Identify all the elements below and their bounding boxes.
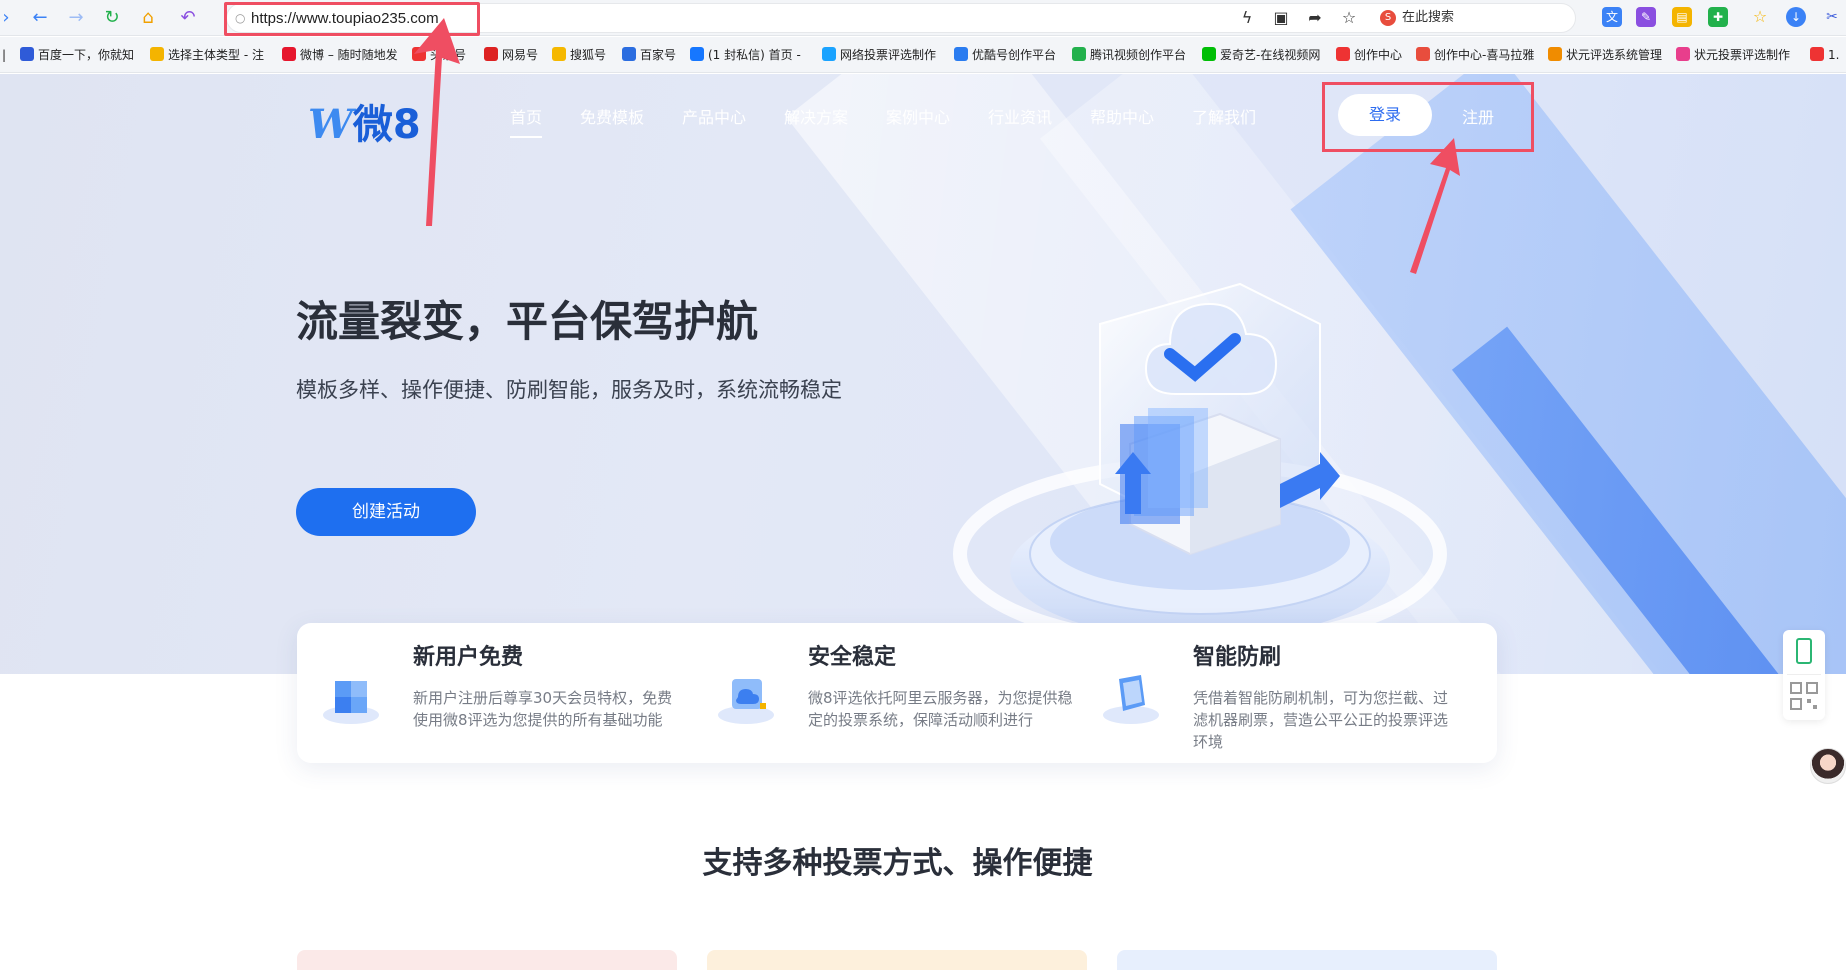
bookmark-favicon (150, 47, 164, 61)
site-logo[interactable]: W微8 (308, 92, 421, 148)
vote-type-card[interactable] (707, 950, 1087, 970)
extension-icon[interactable]: ✚ (1708, 7, 1728, 27)
bookmark-item[interactable]: 百度一下，你就知 (20, 47, 136, 63)
share-icon[interactable]: ➦ (1304, 7, 1326, 29)
bookmark-favicon (822, 47, 836, 61)
bookmark-item[interactable]: 创作中心 (1336, 47, 1406, 63)
bookmark-favicon (484, 47, 498, 61)
bookmark-favicon (1810, 47, 1824, 61)
login-highlight-box (1322, 82, 1534, 152)
reload-icon[interactable]: ↻ (100, 6, 124, 30)
bookmark-item[interactable]: 网络投票评选制作 (822, 47, 940, 63)
search-placeholder: 在此搜索 (1402, 10, 1455, 25)
feature-card: 新用户免费 新用户注册后尊享30天会员特权，免费使用微8评选为您提供的所有基础功… (297, 623, 1497, 763)
hero-banner: W微8 首页 免费模板 产品中心 解决方案 案例中心 行业资讯 帮助中心 了解我… (0, 74, 1846, 674)
feature-security: 安全稳定 微8评选依托阿里云服务器，为您提供稳定的投票系统，保障活动顺利进行 (692, 623, 1082, 763)
nav-about[interactable]: 了解我们 (1192, 104, 1256, 128)
feature-desc: 微8评选依托阿里云服务器，为您提供稳定的投票系统，保障活动顺利进行 (808, 689, 1073, 729)
side-contact-widget (1783, 630, 1825, 720)
home-icon[interactable]: ⌂ (136, 6, 160, 30)
bookmark-item[interactable]: 网易号 (484, 47, 550, 63)
nav-help[interactable]: 帮助中心 (1090, 104, 1154, 128)
feature-title: 安全稳定 (808, 645, 897, 670)
vote-type-card[interactable] (297, 950, 677, 970)
hero-subtitle: 模板多样、操作便捷、防刷智能，服务及时，系统流畅稳定 (296, 378, 842, 402)
folder-icon[interactable]: ▤ (1672, 7, 1692, 27)
feature-title: 新用户免费 (413, 645, 524, 670)
nav-news[interactable]: 行业资讯 (988, 104, 1052, 128)
bookmark-favicon (690, 47, 704, 61)
favorites-icon[interactable]: ☆ (1750, 7, 1770, 27)
bookmark-item[interactable]: 状元投票评选制作 (1676, 47, 1800, 63)
bookmark-item[interactable]: 状元评选系统管理 (1548, 47, 1666, 63)
bookmark-item[interactable]: 创作中心-喜马拉雅 (1416, 47, 1534, 63)
widget-divider (1787, 674, 1821, 675)
bookmark-favicon (412, 47, 426, 61)
address-highlight-box (224, 2, 480, 36)
bookmark-item[interactable]: 优酷号创作平台 (954, 47, 1064, 63)
back-icon[interactable]: ← (28, 6, 52, 30)
edit-icon[interactable]: ✎ (1636, 7, 1656, 27)
search-engine-icon[interactable]: S (1380, 9, 1396, 26)
customer-service-avatar[interactable] (1810, 748, 1846, 784)
nav-home[interactable]: 首页 (510, 104, 543, 138)
nav-products[interactable]: 产品中心 (682, 104, 746, 128)
bookmark-item[interactable]: 1. (1810, 47, 1844, 63)
bookmark-item[interactable]: 搜狐号 (552, 47, 618, 63)
download-icon[interactable]: ↓ (1786, 7, 1806, 27)
feature-desc: 新用户注册后尊享30天会员特权，免费使用微8评选为您提供的所有基础功能 (413, 689, 673, 729)
vote-type-card[interactable] (1117, 950, 1497, 970)
bookmark-favicon (1676, 47, 1690, 61)
section-title: 支持多种投票方式、操作便捷 (702, 846, 1093, 881)
bookmark-item[interactable]: 头条号 (412, 47, 478, 63)
sidebar-toggle-icon[interactable]: › (0, 6, 12, 30)
translate-icon[interactable]: 文 (1602, 7, 1622, 27)
cubes-icon (323, 681, 379, 724)
cloud-server-icon (718, 679, 774, 724)
tools-icon[interactable]: ✂ (1822, 7, 1842, 27)
lightning-icon[interactable]: ϟ (1236, 7, 1258, 29)
browser-search[interactable]: S 在此搜索 (1380, 4, 1576, 32)
bookmark-item[interactable]: 微博 – 随时随地发 (282, 47, 400, 63)
shield-icon (1103, 675, 1159, 724)
feature-title: 智能防刷 (1193, 645, 1282, 670)
bookmark-item[interactable]: (1 封私信) 首页 - (690, 47, 806, 63)
reader-icon[interactable]: ▣ (1270, 7, 1292, 29)
bookmark-favicon (1416, 47, 1430, 61)
bookmark-favicon (1548, 47, 1562, 61)
feature-anti-fraud: 智能防刷 凭借着智能防刷机制，可为您拦截、过滤机器刷票，营造公平公正的投票评选环… (1077, 623, 1497, 763)
bookmark-item[interactable]: 爱奇艺-在线视频网 (1202, 47, 1320, 63)
hero-cube-illustration (953, 282, 1447, 651)
bookmark-favicon (20, 47, 34, 61)
forward-icon[interactable]: → (64, 6, 88, 30)
bookmark-item[interactable]: 百家号 (622, 47, 688, 63)
feature-new-user: 新用户免费 新用户注册后尊享30天会员特权，免费使用微8评选为您提供的所有基础功… (297, 623, 687, 763)
bookmark-favicon (1202, 47, 1216, 61)
feature-desc: 凭借着智能防刷机制，可为您拦截、过滤机器刷票，营造公平公正的投票评选环境 (1193, 689, 1449, 751)
bookmarks-edge: | (2, 48, 7, 62)
bookmarks-bar: | 百度一下，你就知 选择主体类型 - 注 微博 – 随时随地发 头条号 网易号… (0, 37, 1846, 73)
bookmark-favicon (282, 47, 296, 61)
bookmark-favicon (1072, 47, 1086, 61)
create-activity-button[interactable]: 创建活动 (296, 488, 476, 536)
nav-free-templates[interactable]: 免费模板 (580, 104, 644, 128)
bookmark-favicon (1336, 47, 1350, 61)
bookmark-favicon (552, 47, 566, 61)
qrcode-icon[interactable] (1790, 682, 1818, 710)
hero-title: 流量裂变，平台保驾护航 (296, 297, 759, 346)
nav-cases[interactable]: 案例中心 (886, 104, 950, 128)
star-icon[interactable]: ☆ (1338, 7, 1360, 29)
bookmark-favicon (954, 47, 968, 61)
undo-icon[interactable]: ↶ (176, 6, 200, 30)
bookmark-item[interactable]: 腾讯视频创作平台 (1072, 47, 1190, 63)
nav-solutions[interactable]: 解决方案 (784, 104, 848, 128)
phone-icon[interactable] (1796, 638, 1812, 664)
bookmark-favicon (622, 47, 636, 61)
bookmark-item[interactable]: 选择主体类型 - 注 (150, 47, 268, 63)
